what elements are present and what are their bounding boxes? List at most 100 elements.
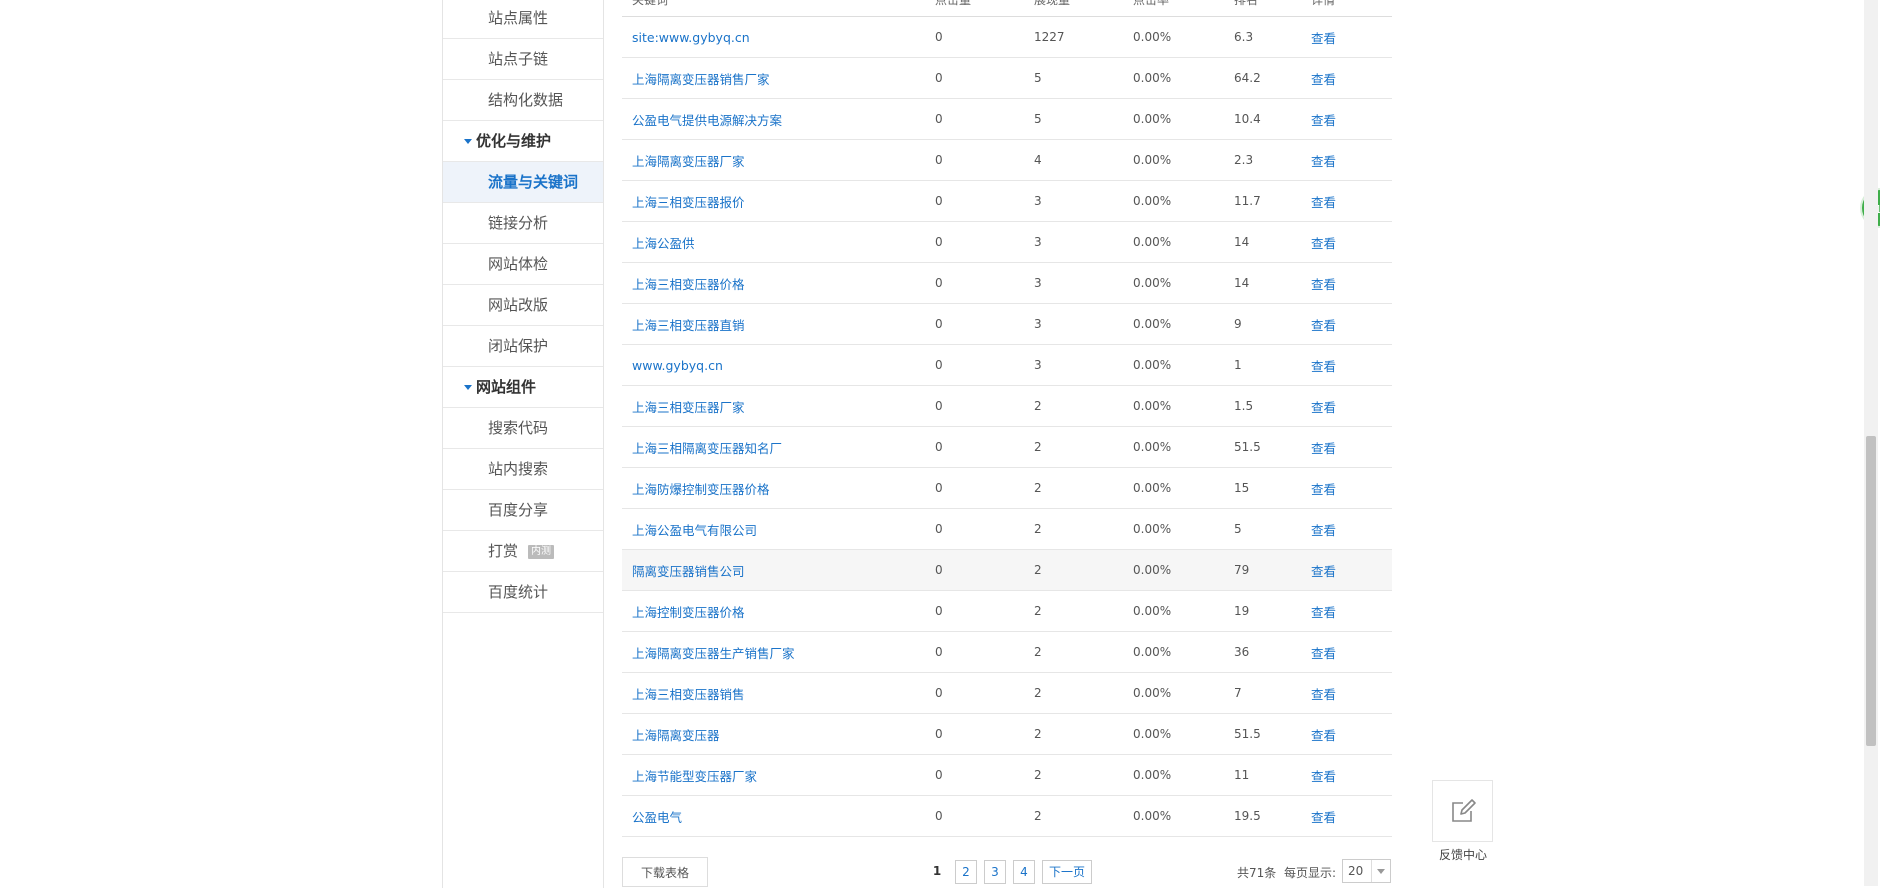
view-detail-link[interactable]: 查看 [1311,687,1336,702]
view-detail-link[interactable]: 查看 [1311,441,1336,456]
header-views[interactable]: 展现量 [1034,0,1133,17]
scrollbar-thumb[interactable] [1866,436,1876,746]
ctr-cell: 0.00% [1133,16,1234,58]
sidebar-item-label: 网站体检 [488,255,549,273]
sidebar-section-components[interactable]: 网站组件 [443,367,603,408]
sidebar-section-optimization[interactable]: 优化与维护 [443,121,603,162]
view-detail-link[interactable]: 查看 [1311,564,1336,579]
keyword-link[interactable]: 上海公盈电气有限公司 [632,523,757,538]
header-ctr[interactable]: 点击率 [1133,0,1234,17]
keyword-link[interactable]: 上海隔离变压器生产销售厂家 [632,646,795,661]
ctr-cell: 0.00% [1133,590,1234,632]
header-keyword[interactable]: 关键词 [622,0,935,17]
view-detail-link[interactable]: 查看 [1311,195,1336,210]
sidebar-item[interactable]: 搜索代码 [443,408,603,449]
keyword-link[interactable]: 上海公盈供 [632,236,695,251]
view-detail-link[interactable]: 查看 [1311,482,1336,497]
ctr-cell: 0.00% [1133,754,1234,796]
sidebar-item-label: 站内搜索 [488,460,549,478]
rank-cell: 6.3 [1234,16,1311,58]
sidebar-item[interactable]: 链接分析 [443,203,603,244]
keyword-cell: 上海三相变压器销售 [622,672,935,714]
keyword-link[interactable]: 上海节能型变压器厂家 [632,769,757,784]
view-detail-link[interactable]: 查看 [1311,31,1336,46]
table-row: 上海三相变压器价格 0 3 0.00% 14 查看 [622,262,1392,304]
sidebar-item[interactable]: 站内搜索 [443,449,603,490]
clicks-cell: 0 [935,57,1034,99]
table-row: 上海三相变压器报价 0 3 0.00% 11.7 查看 [622,180,1392,222]
sidebar-item[interactable]: 闭站保护 [443,326,603,367]
page-2-button[interactable]: 2 [955,860,977,884]
feedback-button[interactable] [1432,780,1493,842]
keyword-link[interactable]: 上海三相变压器价格 [632,277,745,292]
ctr-cell: 0.00% [1133,426,1234,468]
views-cell: 2 [1034,385,1133,427]
header-rank[interactable]: 排名 [1234,0,1311,17]
keyword-link[interactable]: site:www.gybyq.cn [632,30,750,45]
keyword-link[interactable]: 上海三相变压器销售 [632,687,745,702]
view-detail-link[interactable]: 查看 [1311,113,1336,128]
keyword-link[interactable]: 上海隔离变压器 [632,728,720,743]
view-detail-link[interactable]: 查看 [1311,277,1336,292]
view-detail-link[interactable]: 查看 [1311,810,1336,825]
view-detail-link[interactable]: 查看 [1311,400,1336,415]
next-page-button[interactable]: 下一页 [1042,860,1093,884]
keyword-link[interactable]: 上海隔离变压器销售厂家 [632,72,770,87]
keyword-cell: www.gybyq.cn [622,344,935,386]
sidebar-item[interactable]: 打赏 内测 [443,531,603,572]
view-detail-link[interactable]: 查看 [1311,523,1336,538]
detail-cell: 查看 [1311,426,1392,468]
sidebar-item[interactable]: 百度统计 [443,572,603,613]
view-detail-link[interactable]: 查看 [1311,154,1336,169]
keyword-link[interactable]: 公盈电气 [632,810,682,825]
page-4-button[interactable]: 4 [1013,860,1035,884]
view-detail-link[interactable]: 查看 [1311,318,1336,333]
rank-cell: 51.5 [1234,713,1311,755]
view-detail-link[interactable]: 查看 [1311,728,1336,743]
sidebar-item[interactable]: 百度分享 [443,490,603,531]
sidebar-item[interactable]: 站点子链 [443,39,603,80]
sidebar-item[interactable]: 结构化数据 [443,80,603,121]
detail-cell: 查看 [1311,631,1392,673]
view-detail-link[interactable]: 查看 [1311,769,1336,784]
sidebar-item[interactable]: 流量与关键词 [443,162,603,203]
page-3-button[interactable]: 3 [984,860,1006,884]
keyword-link[interactable]: 上海三相隔离变压器知名厂 [632,441,782,456]
sidebar-item-label: 站点属性 [488,9,549,27]
keyword-link[interactable]: www.gybyq.cn [632,358,723,373]
table-row: 上海隔离变压器厂家 0 4 0.00% 2.3 查看 [622,139,1392,181]
clicks-cell: 0 [935,139,1034,181]
view-detail-link[interactable]: 查看 [1311,236,1336,251]
keyword-link[interactable]: 上海控制变压器价格 [632,605,745,620]
keyword-link[interactable]: 上海三相变压器直销 [632,318,745,333]
rank-cell: 11.7 [1234,180,1311,222]
keyword-link[interactable]: 隔离变压器销售公司 [632,564,745,579]
header-clicks[interactable]: 点击量 [935,0,1034,17]
view-detail-link[interactable]: 查看 [1311,72,1336,87]
views-cell: 2 [1034,795,1133,837]
detail-cell: 查看 [1311,180,1392,222]
keyword-link[interactable]: 上海防爆控制变压器价格 [632,482,770,497]
sidebar-item[interactable]: 网站改版 [443,285,603,326]
sidebar-item[interactable]: 网站体检 [443,244,603,285]
detail-cell: 查看 [1311,713,1392,755]
keyword-link[interactable]: 上海三相变压器厂家 [632,400,745,415]
views-cell: 3 [1034,303,1133,345]
view-detail-link[interactable]: 查看 [1311,359,1336,374]
ctr-cell: 0.00% [1133,57,1234,99]
keyword-link[interactable]: 上海隔离变压器厂家 [632,154,745,169]
beta-badge: 内测 [528,544,555,559]
rank-cell: 1 [1234,344,1311,386]
download-table-button[interactable]: 下载表格 [622,857,708,887]
rank-cell: 64.2 [1234,57,1311,99]
page-size-select[interactable]: 20 [1342,859,1391,883]
view-detail-link[interactable]: 查看 [1311,646,1336,661]
view-detail-link[interactable]: 查看 [1311,605,1336,620]
rank-cell: 5 [1234,508,1311,550]
sidebar-item[interactable]: 站点属性 [443,0,603,39]
views-cell: 2 [1034,631,1133,673]
detail-cell: 查看 [1311,385,1392,427]
keyword-link[interactable]: 公盈电气提供电源解决方案 [632,113,782,128]
views-cell: 2 [1034,549,1133,591]
keyword-link[interactable]: 上海三相变压器报价 [632,195,745,210]
